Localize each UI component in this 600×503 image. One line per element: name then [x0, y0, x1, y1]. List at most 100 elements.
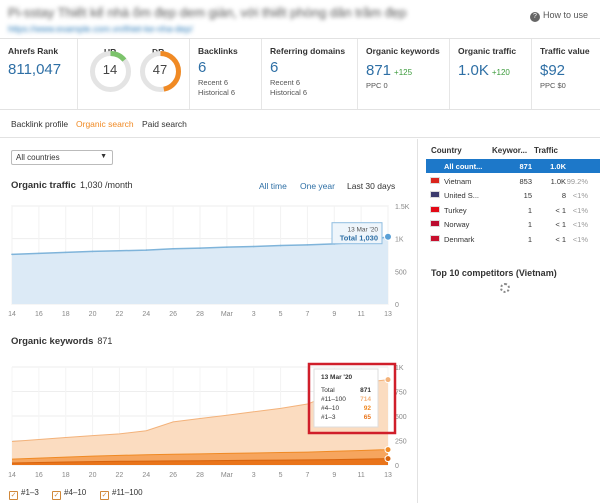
backlinks-historical: Historical 6 — [198, 88, 236, 97]
x-tick-label: 13 — [384, 311, 392, 318]
ur-value[interactable]: 14 — [90, 62, 130, 77]
tab-backlink-profile[interactable]: Backlink profile — [11, 119, 68, 129]
dr-value[interactable]: 47 — [140, 62, 180, 77]
country-name[interactable]: Denmark — [444, 235, 474, 244]
country-pct: <1% — [572, 220, 588, 229]
help-icon: ? — [529, 12, 540, 22]
legend-11-100[interactable]: ✓ #11–100 — [100, 488, 143, 500]
traffic-tooltip-total: Total 1,030 — [340, 234, 378, 243]
traffic-value-value[interactable]: $92 — [540, 62, 592, 79]
country-name[interactable]: All count... — [444, 162, 482, 171]
organic-keywords-count: 871 — [97, 336, 113, 346]
col-country[interactable]: Country — [431, 146, 462, 155]
country-row[interactable]: Norway 1 < 1 <1% — [426, 217, 600, 231]
traffic-point — [118, 249, 121, 252]
y-tick-label: 1.5K — [395, 204, 410, 211]
country-name[interactable]: Turkey — [444, 206, 467, 215]
organic-keywords-chart[interactable]: 1K 750 500 250 0 14 16 18 20 22 24 26 28 Mar 3 5 7 9 11 13 1… — [0, 355, 418, 485]
country-row[interactable]: All count... 871 1.0K — [426, 159, 600, 173]
country-row[interactable]: Denmark 1 < 1 <1% — [426, 232, 600, 246]
page-title: Pi-sstay Thiết kế nhà ốm đẹp dem giàn, v… — [8, 5, 407, 20]
backlinks-value[interactable]: 6 — [198, 59, 253, 76]
referring-domains-label: Referring domains — [270, 46, 346, 56]
organic-traffic-value[interactable]: 1.0K — [458, 62, 489, 79]
x-tick-label: 11 — [358, 472, 365, 479]
ahrefs-rank-value[interactable]: 811,047 — [8, 61, 69, 78]
country-name[interactable]: Vietnam — [444, 177, 471, 186]
country-select[interactable]: All countries ▼ — [11, 150, 113, 165]
x-tick-label: 11 — [358, 311, 365, 318]
country-keywords: 15 — [523, 191, 532, 200]
competitors-title: Top 10 competitors (Vietnam) — [431, 268, 557, 278]
flag-icon — [430, 205, 440, 213]
country-traffic: < 1 — [555, 220, 566, 229]
country-row[interactable]: Vietnam 853 1.0K 99.2% — [426, 174, 600, 188]
area-1-3-point — [384, 455, 392, 463]
col-keywords[interactable]: Keywor... — [492, 146, 527, 155]
ahrefs-rank-card: Ahrefs Rank 811,047 — [0, 39, 78, 109]
how-to-use-link[interactable]: ? How to use — [529, 10, 588, 22]
legend-1-3[interactable]: ✓ #1–3 — [9, 488, 39, 500]
y-tick-label: 500 — [395, 269, 407, 276]
country-row[interactable]: Turkey 1 < 1 <1% — [426, 203, 600, 217]
organic-keywords-value[interactable]: 871 — [366, 62, 391, 79]
traffic-point — [172, 247, 174, 250]
x-tick-label: 13 — [384, 472, 392, 479]
country-name[interactable]: Norway — [444, 220, 469, 229]
range-all-time[interactable]: All time — [259, 181, 287, 191]
ahrefs-rank-label: Ahrefs Rank — [8, 46, 59, 56]
country-pct: <1% — [572, 234, 588, 244]
legend-4-10[interactable]: ✓ #4–10 — [52, 488, 86, 500]
x-tick-label: 28 — [196, 311, 204, 318]
country-keywords: 1 — [527, 234, 532, 244]
country-name[interactable]: United S... — [444, 191, 479, 200]
traffic-point — [38, 252, 40, 255]
area-11-100-point — [384, 376, 392, 384]
organic-keywords-delta: +125 — [394, 68, 413, 77]
tab-paid-search[interactable]: Paid search — [142, 119, 187, 129]
x-tick-label: 24 — [142, 311, 150, 318]
keywords-tooltip-date: 13 Mar '20 — [321, 374, 353, 381]
col-traffic[interactable]: Traffic — [534, 146, 558, 155]
tab-organic-search[interactable]: Organic search — [76, 119, 134, 129]
y-tick-label: 1K — [395, 237, 404, 244]
y-tick-label: 1K — [395, 365, 404, 372]
organic-traffic-heading: Organic traffic 1,030 /month — [11, 180, 132, 191]
organic-traffic-label: Organic traffic — [458, 46, 517, 56]
country-traffic: < 1 — [555, 205, 566, 215]
x-tick-label: 5 — [279, 472, 283, 479]
page-url[interactable]: https://www.example.com.vn/thiet-ke-nha-… — [8, 24, 193, 34]
organic-traffic-chart[interactable]: 1.5K 1K 500 0 14 16 18 20 22 24 26 28 Mar 3 5 7 9 11 13 13 … — [0, 196, 418, 326]
traffic-value-ppc: PPC $0 — [540, 81, 566, 90]
x-tick-label: 16 — [35, 311, 43, 318]
country-pct: <1% — [572, 191, 588, 200]
y-tick-label: 0 — [395, 302, 399, 309]
traffic-point — [279, 244, 282, 247]
organic-keywords-title: Organic keywords — [11, 336, 94, 347]
x-tick-label: Mar — [221, 311, 234, 318]
backlinks-label: Backlinks — [198, 46, 238, 56]
flag-icon — [430, 191, 440, 198]
x-tick-label: 22 — [116, 472, 124, 479]
referring-domains-value[interactable]: 6 — [270, 59, 349, 76]
y-tick-label: 250 — [395, 439, 407, 446]
traffic-point-active — [384, 232, 392, 241]
x-tick-label: 28 — [196, 472, 204, 479]
organic-traffic-monthly: 1,030 /month — [79, 180, 133, 190]
traffic-point — [91, 250, 94, 253]
x-tick-label: 7 — [305, 472, 309, 479]
x-tick-label: 7 — [305, 311, 309, 318]
x-tick-label: Mar — [221, 472, 234, 479]
range-one-year[interactable]: One year — [300, 181, 335, 191]
legend-1-3-label: #1–3 — [21, 488, 39, 497]
y-tick-label: 750 — [395, 390, 407, 397]
keywords-tooltip-value: 65 — [364, 414, 372, 421]
legend-4-10-label: #4–10 — [64, 488, 87, 497]
country-traffic: 8 — [561, 191, 566, 200]
country-keywords: 1 — [527, 205, 532, 215]
country-row[interactable]: United S... 15 8 <1% — [426, 188, 600, 202]
x-tick-label: 16 — [35, 472, 43, 479]
legend-11-100-label: #11–100 — [112, 488, 143, 497]
range-last-30-days[interactable]: Last 30 days — [347, 181, 395, 191]
x-tick-label: 3 — [252, 311, 256, 318]
